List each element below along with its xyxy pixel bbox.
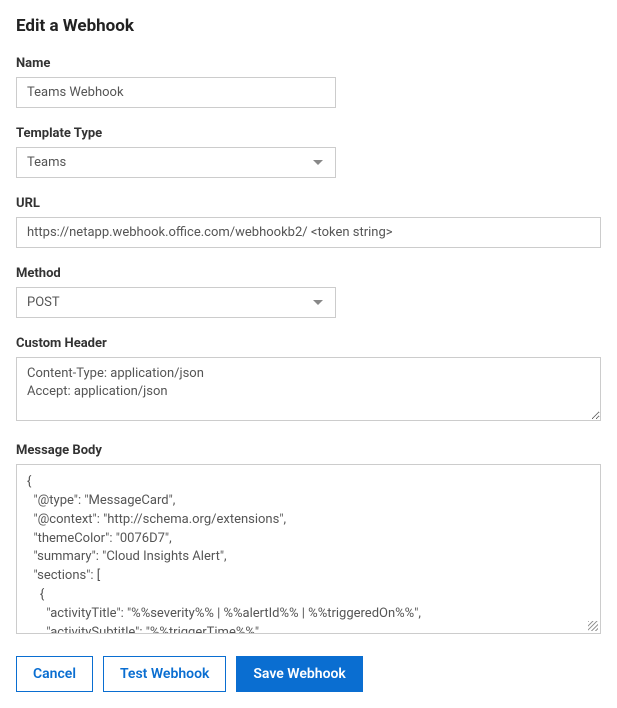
- custom-header-textarea[interactable]: Content-Type: application/json Accept: a…: [16, 357, 601, 421]
- template-type-field-group: Template Type Teams: [16, 126, 601, 178]
- custom-header-field-group: Custom Header Content-Type: application/…: [16, 336, 601, 425]
- template-type-value: Teams: [27, 155, 66, 170]
- save-webhook-button[interactable]: Save Webhook: [236, 656, 362, 692]
- url-field-group: URL: [16, 196, 601, 248]
- custom-header-label: Custom Header: [16, 336, 601, 351]
- method-label: Method: [16, 266, 601, 281]
- template-type-label: Template Type: [16, 126, 601, 141]
- url-label: URL: [16, 196, 601, 211]
- chevron-down-icon: [313, 160, 323, 165]
- url-input[interactable]: [16, 217, 601, 248]
- message-body-label: Message Body: [16, 443, 601, 458]
- name-input[interactable]: [16, 77, 336, 108]
- method-value: POST: [27, 295, 60, 310]
- chevron-down-icon: [313, 300, 323, 305]
- resize-handle-icon[interactable]: [588, 621, 598, 631]
- method-select[interactable]: POST: [16, 287, 336, 318]
- cancel-button[interactable]: Cancel: [16, 656, 93, 692]
- message-body-textarea[interactable]: { "@type": "MessageCard", "@context": "h…: [17, 465, 600, 633]
- method-field-group: Method POST: [16, 266, 601, 318]
- message-body-field-group: Message Body { "@type": "MessageCard", "…: [16, 443, 601, 634]
- page-title: Edit a Webhook: [16, 16, 601, 36]
- button-row: Cancel Test Webhook Save Webhook: [16, 656, 601, 692]
- name-label: Name: [16, 56, 601, 71]
- template-type-select[interactable]: Teams: [16, 147, 336, 178]
- name-field-group: Name: [16, 56, 601, 108]
- test-webhook-button[interactable]: Test Webhook: [103, 656, 226, 692]
